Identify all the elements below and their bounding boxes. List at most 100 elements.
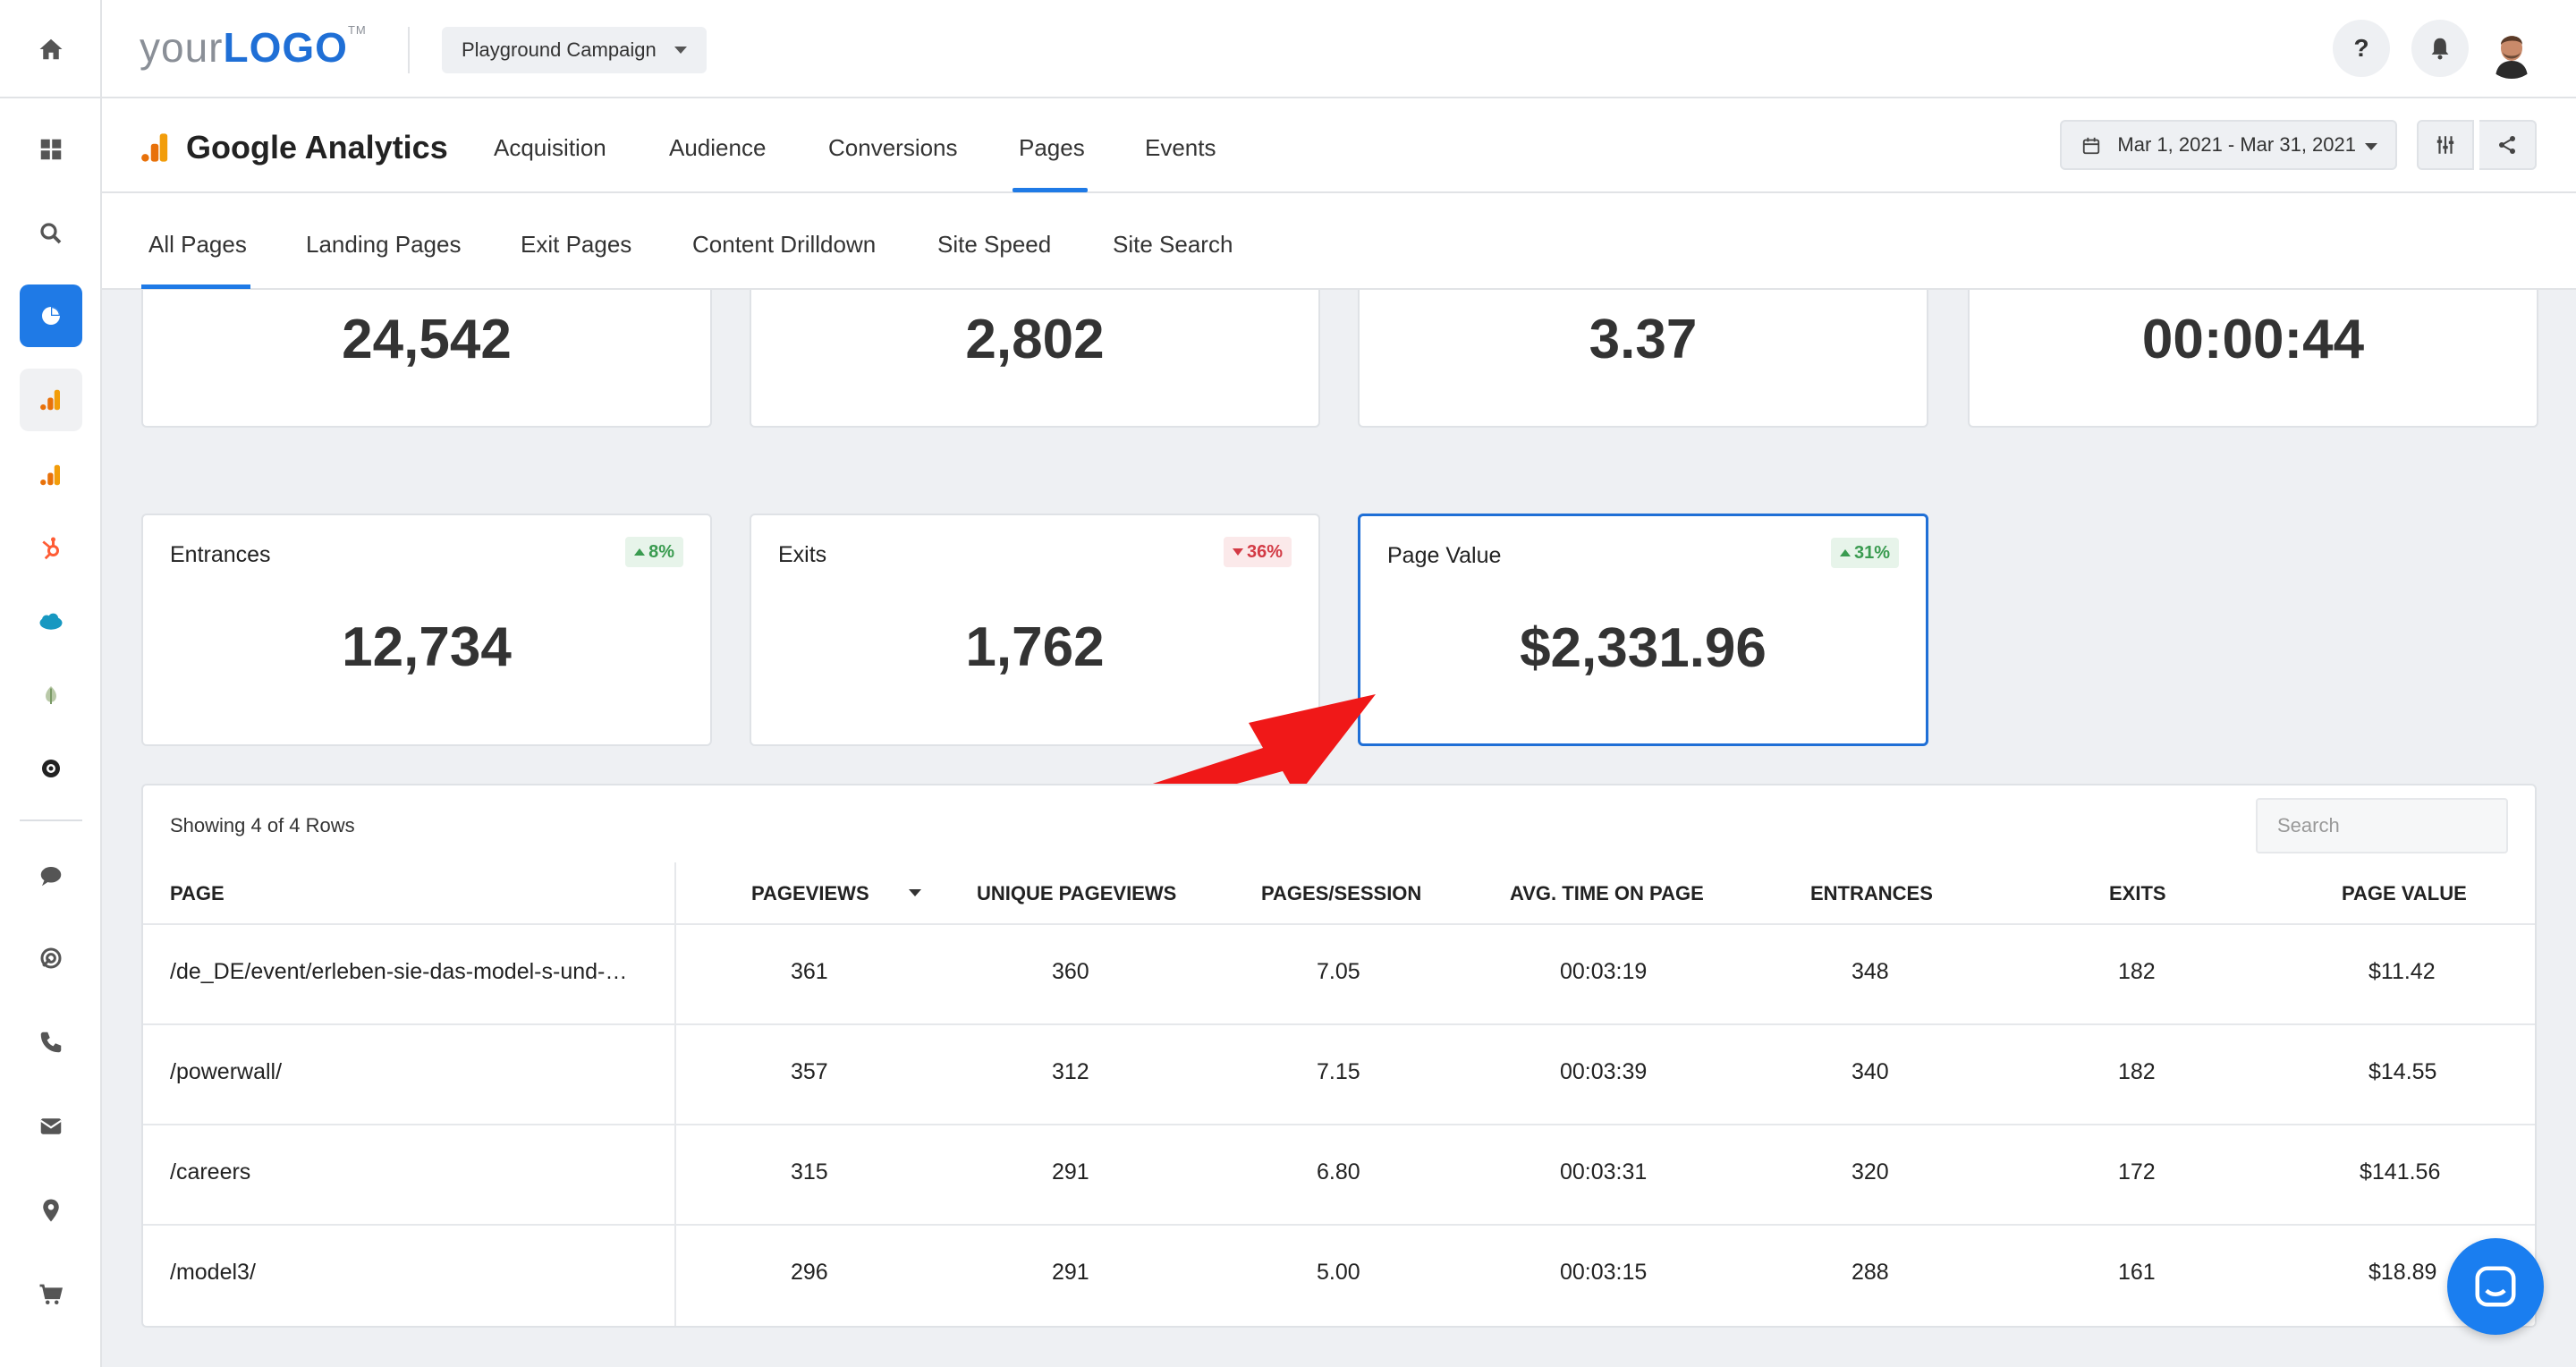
cell-avg-time: 00:03:39 bbox=[1560, 1059, 1648, 1084]
cell-page[interactable]: /de_DE/event/erleben-sie-das-model-s-und… bbox=[170, 959, 627, 985]
metric-card-entrances[interactable]: Entrances 8% 12,734 bbox=[141, 514, 712, 746]
subtab-bar: All Pages Landing Pages Exit Pages Conte… bbox=[102, 193, 2576, 290]
help-icon: ? bbox=[2353, 34, 2369, 62]
reports-pie-icon[interactable] bbox=[20, 284, 82, 347]
compass-icon[interactable] bbox=[20, 737, 82, 800]
subtab-all-pages[interactable]: All Pages bbox=[148, 231, 247, 259]
cell-page-value: $18.89 bbox=[2368, 1260, 2437, 1285]
location-pin-icon[interactable] bbox=[20, 1179, 82, 1242]
cell-entrances: 320 bbox=[1852, 1159, 1889, 1184]
row-divider bbox=[143, 1224, 2535, 1226]
date-range-picker[interactable]: Mar 1, 2021 - Mar 31, 2021 bbox=[2060, 120, 2397, 170]
column-header-pageviews[interactable]: PAGEVIEWS bbox=[751, 882, 869, 905]
change-badge: 36% bbox=[1223, 537, 1292, 567]
target-icon[interactable] bbox=[20, 927, 82, 989]
active-subtab-indicator bbox=[141, 284, 250, 289]
metric-card-avg-time-on-page[interactable]: 00:00:44 bbox=[1968, 290, 2538, 428]
subtab-exit-pages[interactable]: Exit Pages bbox=[521, 231, 631, 259]
help-button[interactable]: ? bbox=[2333, 20, 2390, 77]
cell-page[interactable]: /model3/ bbox=[170, 1260, 256, 1286]
user-avatar[interactable] bbox=[2483, 21, 2540, 79]
cell-avg-time: 00:03:15 bbox=[1560, 1260, 1648, 1285]
subtab-landing-pages[interactable]: Landing Pages bbox=[306, 231, 461, 259]
column-header-pages-session[interactable]: PAGES/SESSION bbox=[1261, 882, 1421, 905]
chat-bubble-icon[interactable] bbox=[20, 845, 82, 907]
tab-audience[interactable]: Audience bbox=[669, 134, 766, 162]
cell-avg-time: 00:03:31 bbox=[1560, 1159, 1648, 1184]
column-header-page-value[interactable]: PAGE VALUE bbox=[2342, 882, 2467, 905]
chat-launcher-button[interactable] bbox=[2447, 1238, 2544, 1335]
column-header-exits[interactable]: EXITS bbox=[2109, 882, 2166, 905]
active-tab-indicator bbox=[1013, 188, 1088, 192]
campaign-name: Playground Campaign bbox=[462, 38, 657, 61]
change-badge: 8% bbox=[625, 537, 683, 567]
date-range-label: Mar 1, 2021 - Mar 31, 2021 bbox=[2117, 133, 2356, 156]
brand-logo[interactable]: yourLOGOTM bbox=[140, 23, 367, 72]
column-header-entrances[interactable]: ENTRANCES bbox=[1810, 882, 1933, 905]
tab-acquisition[interactable]: Acquisition bbox=[494, 134, 606, 162]
campaign-selector[interactable]: Playground Campaign bbox=[442, 27, 707, 73]
customize-columns-button[interactable] bbox=[2417, 120, 2474, 170]
cell-unique-pageviews: 360 bbox=[1052, 959, 1089, 984]
google-analytics-icon[interactable] bbox=[20, 369, 82, 431]
cell-entrances: 340 bbox=[1852, 1059, 1889, 1084]
hubspot-icon[interactable] bbox=[20, 517, 82, 580]
sidebar-divider bbox=[0, 97, 102, 98]
sort-desc-icon[interactable] bbox=[909, 889, 921, 896]
chevron-down-icon bbox=[674, 47, 687, 54]
tab-pages[interactable]: Pages bbox=[1019, 134, 1085, 162]
chevron-down-icon bbox=[2365, 143, 2377, 150]
cell-page-value: $141.56 bbox=[2360, 1159, 2441, 1184]
metric-value: 2,802 bbox=[965, 309, 1105, 370]
cell-page[interactable]: /powerwall/ bbox=[170, 1059, 282, 1085]
subtab-content-drilldown[interactable]: Content Drilldown bbox=[692, 231, 876, 259]
salesforce-icon[interactable] bbox=[20, 590, 82, 653]
shopping-cart-icon[interactable] bbox=[20, 1263, 82, 1326]
metric-label: Exits bbox=[778, 542, 827, 567]
cell-pageviews: 296 bbox=[791, 1260, 828, 1285]
home-icon[interactable] bbox=[20, 18, 82, 81]
column-header-unique-pageviews[interactable]: UNIQUE PAGEVIEWS bbox=[977, 882, 1176, 905]
subtab-site-search[interactable]: Site Search bbox=[1113, 231, 1233, 259]
page-title: Google Analytics bbox=[140, 129, 448, 166]
share-icon bbox=[2499, 136, 2515, 154]
column-header-page[interactable]: PAGE bbox=[170, 882, 225, 905]
cell-exits: 161 bbox=[2118, 1260, 2156, 1285]
pages-table: Showing 4 of 4 Rows PAGE PAGEVIEWS UNIQU… bbox=[141, 784, 2537, 1328]
dashboard-grid-icon[interactable] bbox=[20, 118, 82, 181]
notifications-button[interactable] bbox=[2411, 20, 2469, 77]
tab-events[interactable]: Events bbox=[1145, 134, 1216, 162]
cell-unique-pageviews: 291 bbox=[1052, 1260, 1089, 1285]
google-analytics-icon bbox=[141, 133, 168, 162]
cell-pageviews: 357 bbox=[791, 1059, 828, 1084]
cell-entrances: 288 bbox=[1852, 1260, 1889, 1285]
search-icon[interactable] bbox=[20, 202, 82, 265]
metric-card-unique-pageviews[interactable]: 2,802 bbox=[750, 290, 1320, 428]
tab-conversions[interactable]: Conversions bbox=[828, 134, 958, 162]
arrow-up-icon bbox=[634, 548, 646, 556]
cell-unique-pageviews: 312 bbox=[1052, 1059, 1089, 1084]
column-divider bbox=[674, 862, 676, 1326]
metric-value: $2,331.96 bbox=[1520, 617, 1767, 679]
cell-pages-session: 7.05 bbox=[1317, 959, 1360, 984]
cell-exits: 182 bbox=[2118, 959, 2156, 984]
phone-icon[interactable] bbox=[20, 1011, 82, 1074]
metric-card-pageviews[interactable]: 24,542 bbox=[141, 290, 712, 428]
change-badge: 31% bbox=[1830, 538, 1899, 568]
google-analytics-4-icon[interactable] bbox=[20, 444, 82, 506]
metric-card-page-value[interactable]: Page Value 31% $2,331.96 bbox=[1358, 514, 1928, 746]
cell-pageviews: 361 bbox=[791, 959, 828, 984]
email-icon[interactable] bbox=[20, 1095, 82, 1158]
metric-card-pages-session[interactable]: 3.37 bbox=[1358, 290, 1928, 428]
cell-page-value: $14.55 bbox=[2368, 1059, 2437, 1084]
cell-avg-time: 00:03:19 bbox=[1560, 959, 1648, 984]
section-header: Google Analytics Acquisition Audience Co… bbox=[102, 98, 2576, 193]
subtab-site-speed[interactable]: Site Speed bbox=[937, 231, 1051, 259]
share-button[interactable] bbox=[2479, 120, 2537, 170]
search-input[interactable] bbox=[2256, 798, 2508, 853]
sidebar-divider bbox=[20, 819, 82, 821]
tulip-icon[interactable] bbox=[20, 664, 82, 726]
arrow-down-icon bbox=[1232, 548, 1243, 556]
column-header-avg-time[interactable]: AVG. TIME ON PAGE bbox=[1510, 882, 1704, 905]
cell-page[interactable]: /careers bbox=[170, 1159, 250, 1185]
